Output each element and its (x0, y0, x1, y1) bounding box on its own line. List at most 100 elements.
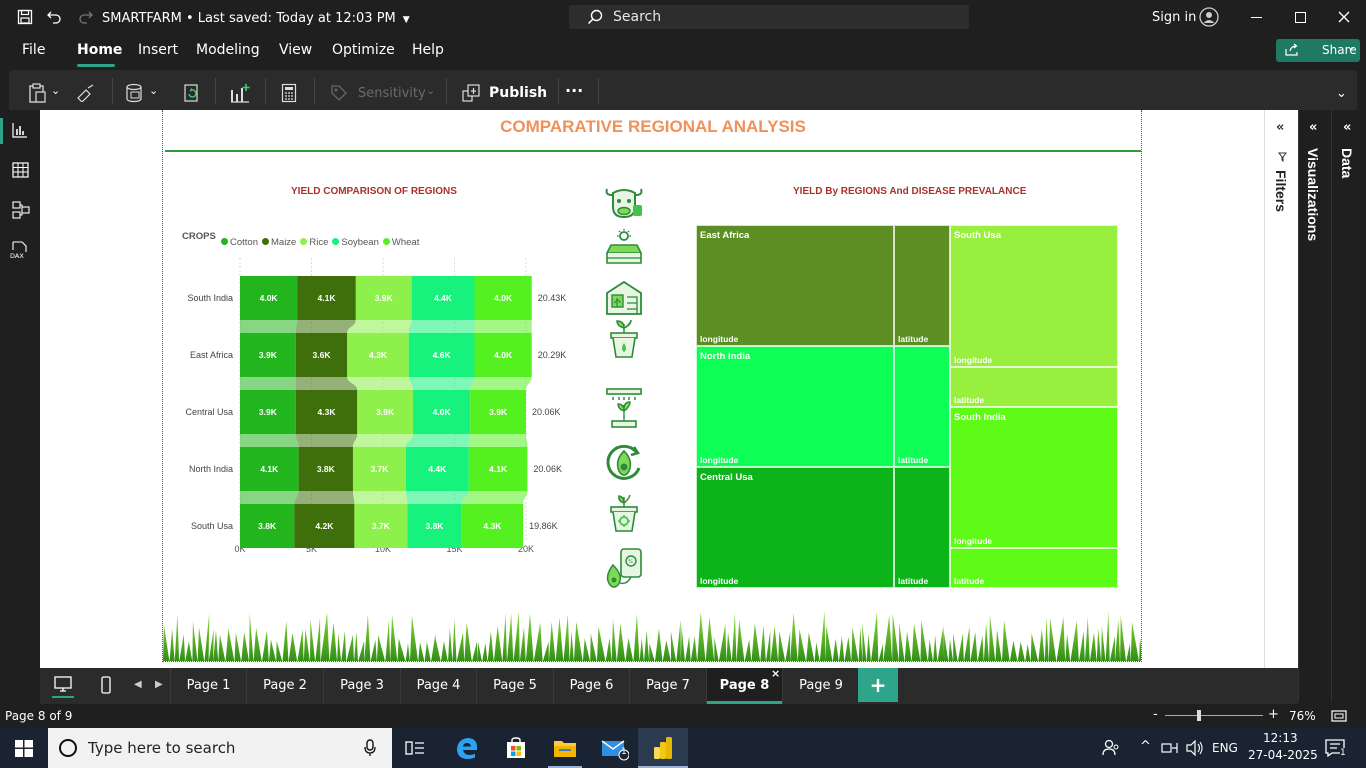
data-pane[interactable]: « Data (1331, 110, 1366, 702)
zoom-in-button[interactable]: + (1268, 707, 1279, 722)
table-view-icon[interactable] (12, 162, 29, 178)
chevron-down-icon[interactable]: ⌄ (51, 84, 60, 97)
paste-icon[interactable] (28, 82, 48, 104)
task-view-icon[interactable] (405, 739, 425, 757)
menu-file[interactable]: File (22, 42, 45, 58)
collapse-ribbon-chevron-icon[interactable]: ⌄ (1336, 86, 1347, 101)
tab-page-1[interactable]: Page 1 (170, 668, 247, 704)
data-source-icon[interactable] (125, 83, 145, 103)
zoom-level[interactable]: 76% (1289, 709, 1316, 723)
menu-home[interactable]: Home (77, 42, 122, 58)
dax-query-view-icon[interactable]: DAX (10, 241, 30, 259)
scroll-tabs-left-icon[interactable]: ◀ (134, 679, 142, 690)
tab-page-7[interactable]: Page 7 (630, 668, 707, 704)
add-page-button[interactable]: + (858, 668, 898, 702)
redo-icon[interactable] (78, 9, 94, 25)
new-visual-icon[interactable] (229, 82, 251, 104)
zoom-slider-track[interactable] (1165, 715, 1263, 716)
network-icon[interactable] (1161, 741, 1181, 755)
tab-page-4[interactable]: Page 4 (401, 668, 477, 704)
microphone-icon[interactable] (364, 739, 376, 757)
close-tab-icon[interactable]: × (771, 656, 780, 692)
yield-comparison-chart[interactable]: 0K 5K 10K 15K 20KSouth India 4.0K 4.1K 3.9K 4.4K… (163, 250, 603, 590)
treemap-group-central-usa[interactable]: longitude latitude Central Usa (696, 467, 950, 588)
desktop-layout-button[interactable] (40, 668, 88, 704)
clock-time[interactable]: 12:13 (1263, 731, 1298, 745)
volume-icon[interactable] (1186, 740, 1204, 756)
tab-page-8[interactable]: Page 8 × (707, 667, 783, 704)
legend-item-wheat[interactable]: Wheat (382, 237, 419, 248)
data-pane-label[interactable]: Data (1339, 148, 1355, 178)
save-icon[interactable] (17, 9, 33, 25)
publish-icon[interactable] (461, 83, 481, 103)
sign-in-link[interactable]: Sign in (1152, 10, 1196, 25)
tab-page-3[interactable]: Page 3 (324, 668, 401, 704)
account-icon[interactable] (1199, 7, 1219, 27)
menu-help[interactable]: Help (412, 42, 444, 58)
maximize-button[interactable] (1295, 12, 1306, 23)
menu-optimize[interactable]: Optimize (332, 42, 395, 58)
treemap-group-south-india[interactable]: longitude latitude South India (950, 407, 1118, 588)
fit-to-page-icon[interactable] (1331, 710, 1347, 722)
menu-view[interactable]: View (279, 42, 312, 58)
treemap-group-north-india[interactable]: longitude latitude North India (696, 346, 950, 467)
more-options-button[interactable]: ··· (565, 81, 583, 100)
menu-modeling[interactable]: Modeling (196, 42, 260, 58)
treemap-cell-latitude[interactable]: latitude (894, 346, 950, 467)
taskbar-search-input[interactable]: Type here to search (48, 728, 392, 768)
show-hidden-icons-chevron-icon[interactable]: ^ (1140, 739, 1151, 754)
treemap-cell-longitude[interactable]: longitude (696, 225, 894, 346)
treemap-cell-latitude[interactable]: latitude (950, 367, 1118, 407)
legend-item-cotton[interactable]: Cotton (221, 237, 258, 248)
edge-browser-icon[interactable] (456, 737, 478, 759)
scroll-tabs-right-icon[interactable]: ▶ (155, 679, 163, 690)
visualizations-pane[interactable]: « Visualizations (1298, 110, 1331, 702)
report-view-icon[interactable] (12, 122, 28, 138)
treemap-cell-latitude[interactable]: latitude (950, 548, 1118, 588)
chevron-down-icon[interactable]: ⌄ (149, 84, 158, 97)
close-button[interactable] (1338, 11, 1350, 23)
tab-page-5[interactable]: Page 5 (477, 668, 554, 704)
filters-pane-label[interactable]: Filters (1273, 170, 1289, 212)
treemap-cell-longitude[interactable]: longitude (696, 346, 894, 467)
treemap-cell-longitude[interactable]: longitude (696, 467, 894, 588)
treemap-cell-latitude[interactable]: latitude (894, 467, 950, 588)
search-input[interactable]: Search (569, 5, 969, 29)
mobile-layout-icon[interactable] (101, 676, 111, 694)
windows-start-icon[interactable] (15, 740, 33, 757)
treemap-cell-latitude[interactable]: latitude (894, 225, 950, 346)
store-icon[interactable] (505, 737, 527, 759)
legend-item-rice[interactable]: Rice (300, 237, 328, 248)
refresh-icon[interactable] (182, 83, 202, 103)
zoom-out-button[interactable]: - (1153, 707, 1158, 722)
chevron-left-icon[interactable]: « (1309, 120, 1317, 135)
tab-page-6[interactable]: Page 6 (554, 668, 630, 704)
undo-icon[interactable] (46, 9, 62, 25)
format-painter-icon[interactable] (76, 84, 96, 102)
chevron-left-icon[interactable]: « (1276, 120, 1284, 135)
menu-insert[interactable]: Insert (138, 42, 178, 58)
file-title[interactable]: SMARTFARM • Last saved: Today at 12:03 P… (102, 11, 410, 26)
publish-button[interactable]: Publish (489, 85, 547, 101)
zoom-slider-thumb[interactable] (1197, 710, 1201, 721)
legend-item-maize[interactable]: Maize (262, 237, 296, 248)
chevron-left-icon[interactable]: « (1343, 120, 1351, 135)
tab-page-2[interactable]: Page 2 (247, 668, 324, 704)
treemap-cell-longitude[interactable]: longitude (950, 225, 1118, 367)
model-view-icon[interactable] (12, 201, 30, 219)
input-language[interactable]: ENG (1212, 741, 1238, 755)
yield-disease-treemap[interactable]: longitude latitude East Africa longitude lat… (696, 225, 1118, 588)
clock-date[interactable]: 27-04-2025 (1248, 748, 1318, 762)
minimize-button[interactable] (1251, 17, 1262, 18)
visualizations-pane-label[interactable]: Visualizations (1305, 148, 1321, 241)
calculator-icon[interactable] (281, 83, 297, 103)
treemap-group-east-africa[interactable]: longitude latitude East Africa (696, 225, 950, 346)
tab-page-9[interactable]: Page 9 (783, 668, 860, 704)
legend-item-soybean[interactable]: Soybean (332, 237, 379, 248)
treemap-cell-longitude[interactable]: longitude (950, 407, 1118, 548)
filters-pane[interactable]: « Filters (1264, 110, 1298, 668)
powerbi-taskbar-button[interactable] (638, 728, 688, 768)
share-button[interactable]: Share ⌄ (1276, 39, 1360, 62)
people-icon[interactable] (1102, 738, 1120, 758)
file-explorer-icon[interactable] (553, 738, 577, 758)
